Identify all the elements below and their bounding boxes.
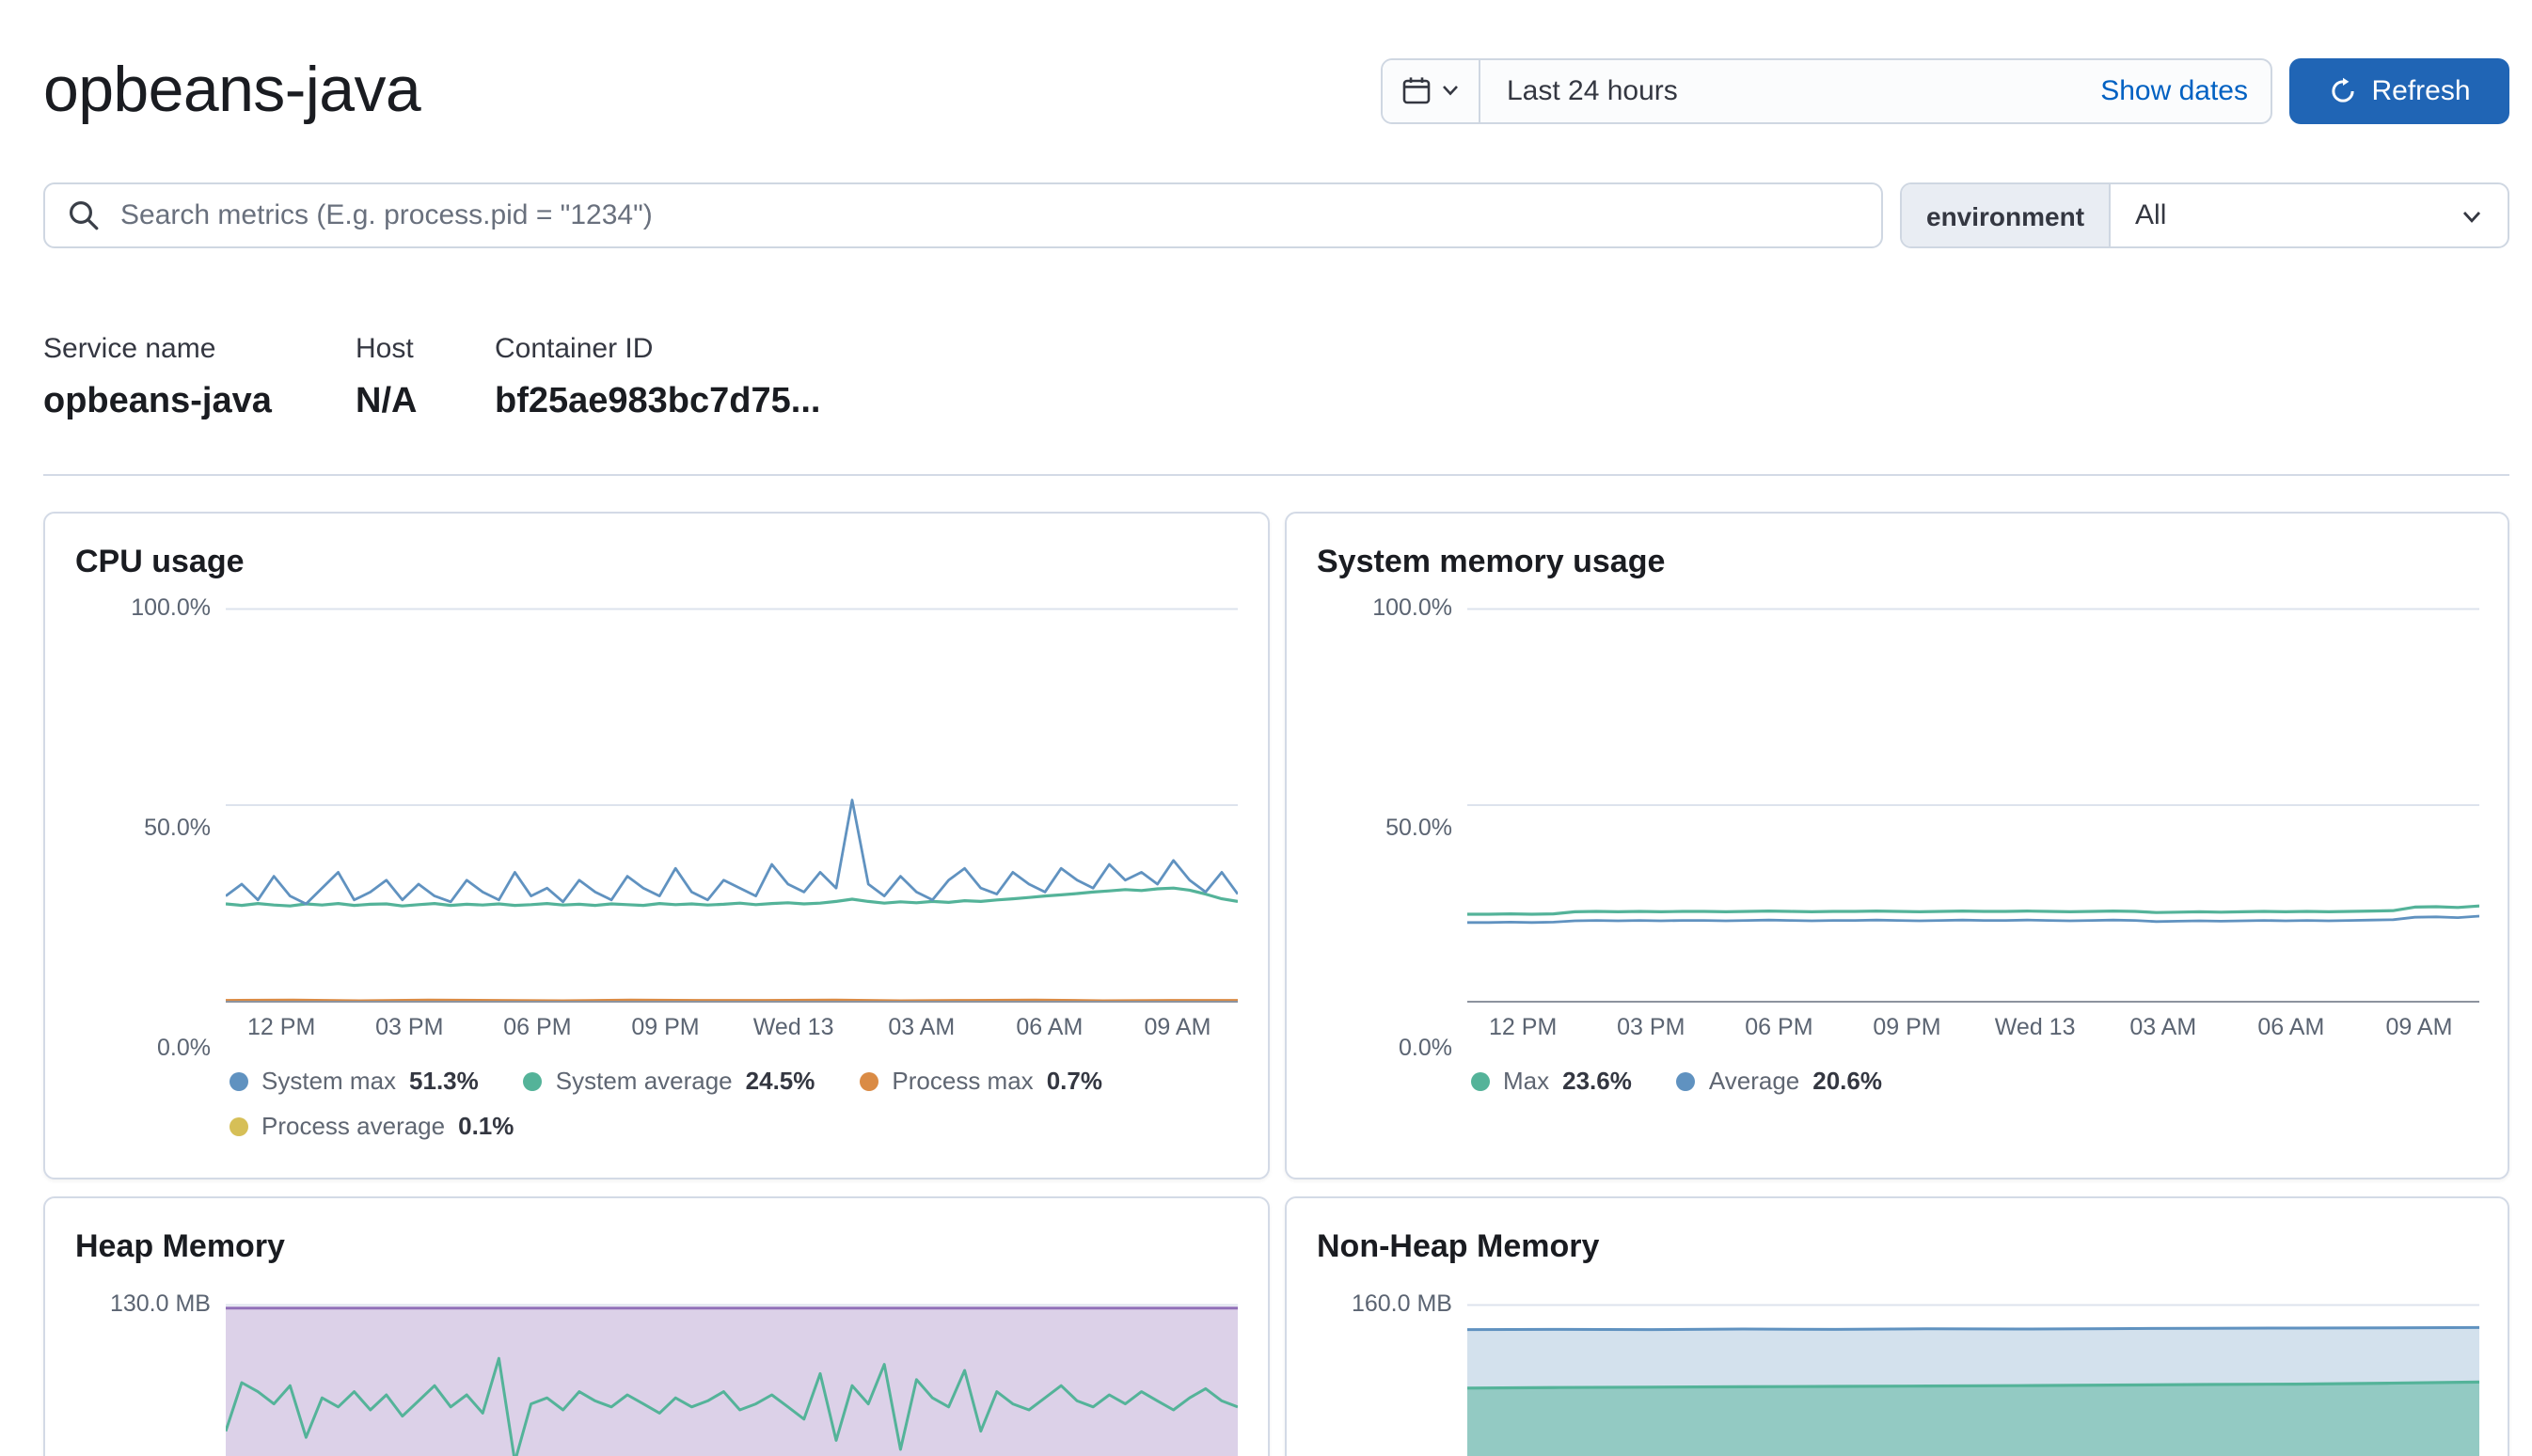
series-color-dot	[524, 1071, 543, 1090]
show-dates-link[interactable]: Show dates	[2078, 74, 2271, 106]
x-axis-tick: 03 PM	[1617, 1014, 1685, 1040]
memory-chart-legend: Max 23.6% Average 20.6%	[1471, 1063, 2477, 1099]
legend-label: Average	[1709, 1067, 1799, 1095]
search-box	[43, 182, 1883, 248]
chart-title: Heap Memory	[75, 1228, 1238, 1266]
x-axis-labels: 12 PM 03 PM 06 PM 09 PM Wed 13 03 AM 06 AM 09 A…	[226, 1010, 1238, 1048]
series-color-dot	[229, 1116, 248, 1135]
x-axis-tick: 03 AM	[2129, 1014, 2196, 1040]
chart-title: CPU usage	[75, 544, 1238, 581]
search-row: environment All	[43, 182, 2509, 248]
legend-item-max[interactable]: Max 23.6%	[1471, 1067, 1632, 1095]
environment-selected-value: All	[2135, 199, 2166, 231]
y-axis-labels: 160.0 MB	[1317, 1304, 1467, 1456]
y-axis-labels: 100.0% 50.0% 0.0%	[1317, 608, 1467, 1048]
legend-value: 24.5%	[746, 1067, 815, 1095]
service-name-label: Service name	[43, 335, 356, 365]
legend-label: Max	[1503, 1067, 1549, 1095]
x-axis-tick: 06 AM	[1016, 1014, 1083, 1040]
x-axis-tick: 12 PM	[247, 1014, 315, 1040]
cpu-usage-panel: CPU usage 100.0% 50.0% 0.0% 12 PM 03 PM 06…	[43, 512, 1270, 1179]
date-controls: Last 24 hours Show dates Refresh	[1381, 57, 2509, 123]
y-axis-labels: 100.0% 50.0% 0.0%	[75, 608, 226, 1048]
date-range-display[interactable]: Last 24 hours	[1480, 74, 2078, 106]
series-color-dot	[860, 1071, 878, 1090]
legend-value: 51.3%	[409, 1067, 479, 1095]
non-heap-memory-chart[interactable]	[1467, 1304, 2479, 1456]
service-summary: Service name opbeans-java Host N/A Conta…	[43, 335, 2509, 423]
legend-label: Process average	[261, 1112, 445, 1140]
service-name-column: Service name opbeans-java	[43, 335, 356, 423]
y-axis-labels: 130.0 MB	[75, 1304, 226, 1456]
legend-item-process-max[interactable]: Process max 0.7%	[860, 1067, 1102, 1095]
x-axis-tick: 06 PM	[1745, 1014, 1812, 1040]
legend-item-system-average[interactable]: System average 24.5%	[524, 1067, 815, 1095]
host-column: Host N/A	[356, 335, 495, 423]
environment-filter: environment All	[1900, 182, 2509, 248]
legend-value: 23.6%	[1562, 1067, 1632, 1095]
x-axis-tick: 03 PM	[375, 1014, 443, 1040]
legend-item-system-max[interactable]: System max 51.3%	[229, 1067, 479, 1095]
x-axis-tick: 12 PM	[1489, 1014, 1557, 1040]
environment-select[interactable]: All	[2111, 184, 2508, 246]
x-axis-tick: 09 AM	[2386, 1014, 2453, 1040]
legend-value: 20.6%	[1812, 1067, 1882, 1095]
non-heap-memory-panel: Non-Heap Memory 160.0 MB	[1285, 1196, 2509, 1456]
heap-memory-chart[interactable]	[226, 1304, 1238, 1456]
cpu-chart-legend: System max 51.3% System average 24.5% Pr…	[229, 1063, 1238, 1144]
calendar-icon	[1401, 75, 1432, 105]
container-id-label: Container ID	[495, 335, 2509, 365]
series-color-dot	[1471, 1071, 1490, 1090]
container-id-column: Container ID bf25ae983bc7d75...	[495, 335, 2509, 423]
search-icon	[68, 199, 100, 231]
chevron-down-icon	[2461, 204, 2483, 227]
super-date-picker: Last 24 hours Show dates	[1381, 57, 2272, 123]
x-axis-tick: Wed 13	[1995, 1014, 2076, 1040]
refresh-icon	[2328, 76, 2356, 104]
cpu-usage-chart[interactable]	[226, 608, 1238, 1003]
section-divider	[43, 474, 2509, 476]
legend-value: 0.7%	[1047, 1067, 1102, 1095]
legend-item-process-average[interactable]: Process average 0.1%	[229, 1112, 514, 1140]
refresh-button-label: Refresh	[2371, 74, 2470, 106]
host-label: Host	[356, 335, 495, 365]
x-axis-tick: 09 PM	[1873, 1014, 1940, 1040]
apm-service-metrics-page: opbeans-java Last 24 hours Show dates	[0, 0, 2532, 1456]
metrics-charts-grid: CPU usage 100.0% 50.0% 0.0% 12 PM 03 PM 06…	[43, 512, 2509, 1456]
system-memory-usage-chart[interactable]	[1467, 608, 2479, 1003]
system-memory-usage-panel: System memory usage 100.0% 50.0% 0.0% 12…	[1285, 512, 2509, 1179]
search-input[interactable]	[117, 198, 1859, 233]
x-axis-tick: 03 AM	[888, 1014, 955, 1040]
heap-memory-panel: Heap Memory 130.0 MB	[43, 1196, 1270, 1456]
chevron-down-icon	[1441, 81, 1460, 100]
series-color-dot	[1677, 1071, 1696, 1090]
legend-value: 0.1%	[458, 1112, 514, 1140]
page-title: opbeans-java	[43, 54, 420, 127]
series-color-dot	[229, 1071, 248, 1090]
date-quick-select-button[interactable]	[1383, 59, 1480, 121]
chart-title: Non-Heap Memory	[1317, 1228, 2477, 1266]
x-axis-labels: 12 PM 03 PM 06 PM 09 PM Wed 13 03 AM 06 AM 09 A…	[1467, 1010, 2479, 1048]
x-axis-tick: 06 PM	[503, 1014, 571, 1040]
legend-label: Process max	[892, 1067, 1033, 1095]
chart-title: System memory usage	[1317, 544, 2477, 581]
x-axis-tick: 09 PM	[631, 1014, 699, 1040]
x-axis-tick: 09 AM	[1145, 1014, 1211, 1040]
service-name-value: opbeans-java	[43, 382, 356, 423]
legend-label: System average	[556, 1067, 733, 1095]
environment-filter-label: environment	[1902, 184, 2111, 246]
legend-label: System max	[261, 1067, 396, 1095]
x-axis-tick: Wed 13	[753, 1014, 834, 1040]
legend-item-average[interactable]: Average 20.6%	[1677, 1067, 1882, 1095]
x-axis-tick: 06 AM	[2257, 1014, 2324, 1040]
container-id-value: bf25ae983bc7d75...	[495, 382, 2509, 423]
host-value: N/A	[356, 382, 495, 423]
refresh-button[interactable]: Refresh	[2289, 57, 2509, 123]
page-header: opbeans-java Last 24 hours Show dates	[43, 53, 2509, 128]
